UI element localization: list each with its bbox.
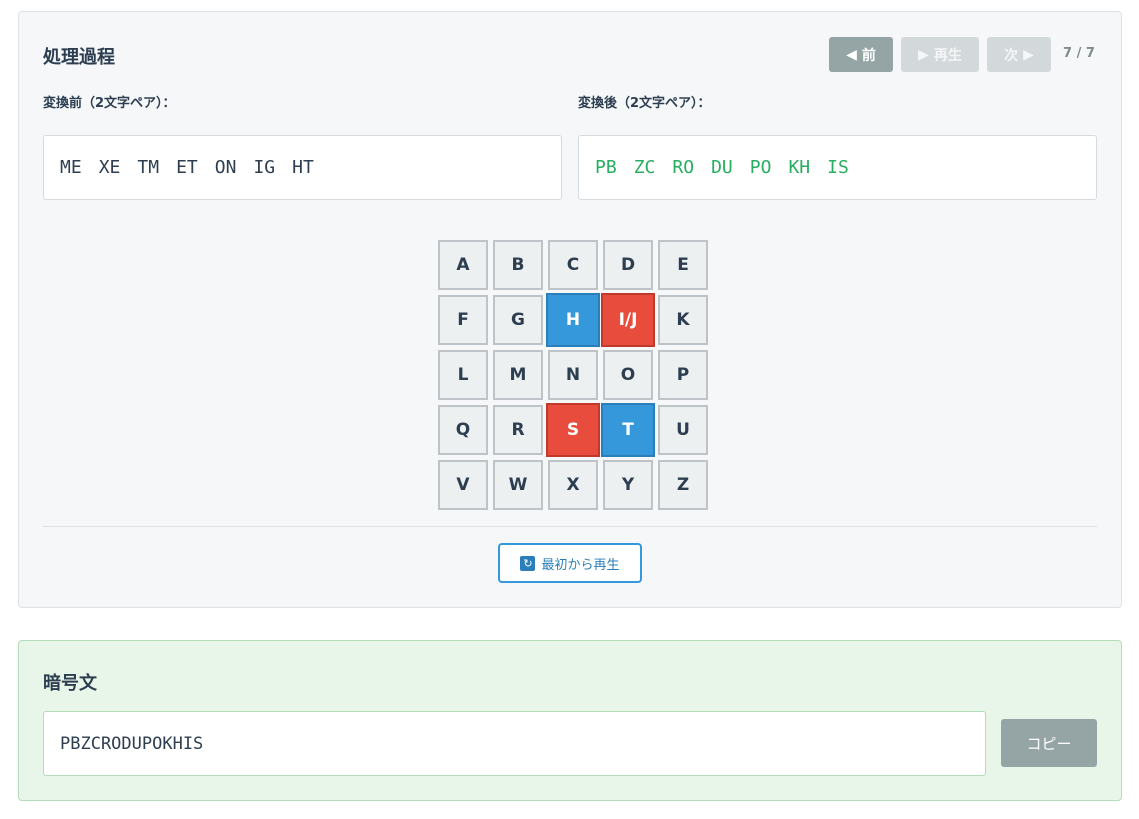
next-button-label: 次	[1004, 47, 1019, 64]
grid-cell: C	[548, 240, 598, 290]
step-counter: 7 / 7	[1063, 46, 1095, 61]
grid-cell: W	[493, 460, 543, 510]
play-icon: ▶	[918, 46, 929, 63]
before-pair: ON	[214, 157, 237, 178]
after-pair: ZC	[633, 157, 656, 178]
after-pair: RO	[672, 157, 695, 178]
grid-cell: V	[438, 460, 488, 510]
playfair-grid: A B C D E F G H I/J K L M N O P Q R S T U V W X Y Z	[435, 240, 708, 512]
grid-cell: F	[438, 295, 488, 345]
after-label: 変換後（2文字ペア）：	[578, 96, 711, 111]
process-panel: 処理過程 ◀ 前 ▶ 再生 次 ▶ 7 / 7 変換前（2文字ペア）： 変換後（…	[18, 11, 1122, 608]
process-title: 処理過程	[43, 47, 115, 68]
after-pair: DU	[711, 157, 733, 178]
play-button-label: 再生	[933, 47, 962, 64]
ciphertext-panel: 暗号文 PBZCRODUPOKHIS コピー	[18, 640, 1122, 801]
replay-button[interactable]: ↻ 最初から再生	[498, 543, 642, 583]
play-button[interactable]: ▶ 再生	[901, 37, 979, 72]
grid-cell: D	[603, 240, 653, 290]
grid-cell: O	[603, 350, 653, 400]
grid-cell: I/J	[601, 293, 655, 347]
ciphertext-title: 暗号文	[43, 673, 97, 694]
before-pair: TM	[137, 157, 160, 178]
grid-cell: A	[438, 240, 488, 290]
next-button[interactable]: 次 ▶	[987, 37, 1051, 72]
before-pair: HT	[292, 157, 314, 178]
grid-cell: G	[493, 295, 543, 345]
before-pair: ME	[60, 157, 82, 178]
before-pair: ET	[176, 157, 198, 178]
before-pairs-box: ME XE TM ET ON IG HT	[43, 135, 562, 200]
grid-cell: E	[658, 240, 708, 290]
grid-cell: P	[658, 350, 708, 400]
grid-cell: K	[658, 295, 708, 345]
before-pair: XE	[98, 157, 121, 178]
triangle-left-icon: ◀	[846, 46, 857, 63]
copy-button[interactable]: コピー	[1001, 719, 1097, 767]
grid-cell: X	[548, 460, 598, 510]
ciphertext-field[interactable]: PBZCRODUPOKHIS	[43, 711, 986, 776]
prev-button[interactable]: ◀ 前	[829, 37, 893, 72]
after-pairs-box: PB ZC RO DU PO KH IS	[578, 135, 1097, 200]
after-pair: PB	[595, 157, 617, 178]
grid-cell: R	[493, 405, 543, 455]
before-label: 変換前（2文字ペア）：	[43, 96, 176, 111]
triangle-right-icon: ▶	[1023, 46, 1034, 63]
before-pair: IG	[253, 157, 276, 178]
grid-cell: U	[658, 405, 708, 455]
grid-cell: M	[493, 350, 543, 400]
grid-cell: T	[601, 403, 655, 457]
grid-cell: B	[493, 240, 543, 290]
divider	[43, 526, 1097, 527]
grid-cell: Y	[603, 460, 653, 510]
after-pair: KH	[788, 157, 811, 178]
grid-cell: Z	[658, 460, 708, 510]
grid-cell: S	[546, 403, 600, 457]
refresh-icon: ↻	[520, 555, 536, 571]
grid-cell: Q	[438, 405, 488, 455]
prev-button-label: 前	[861, 47, 876, 64]
after-pair: IS	[827, 157, 849, 178]
replay-button-label: 最初から再生	[541, 557, 620, 573]
after-pair: PO	[749, 157, 772, 178]
grid-cell: L	[438, 350, 488, 400]
grid-cell: H	[546, 293, 600, 347]
grid-cell: N	[548, 350, 598, 400]
